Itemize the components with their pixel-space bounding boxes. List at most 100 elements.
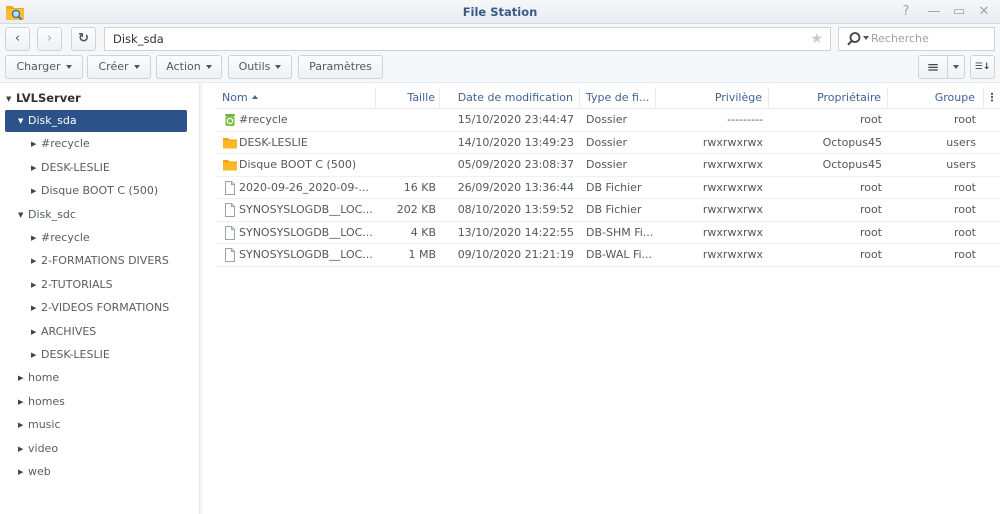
search-box[interactable] xyxy=(838,27,995,51)
cell-owner: Octopus45 xyxy=(822,158,882,171)
collapsed-arrow-icon[interactable]: ▶ xyxy=(31,274,41,296)
file-icon xyxy=(225,225,235,240)
column-header-group[interactable]: Groupe xyxy=(888,87,984,109)
cell-type: Dossier xyxy=(586,158,628,171)
search-input[interactable] xyxy=(871,32,991,45)
collapsed-arrow-icon[interactable]: ▶ xyxy=(31,250,41,272)
settings-button[interactable]: Paramètres xyxy=(298,55,383,79)
column-header-type[interactable]: Type de fi... xyxy=(580,87,656,109)
tools-button[interactable]: Outils xyxy=(228,55,292,79)
search-options-caret-icon[interactable] xyxy=(863,36,869,40)
tree-item-recycle[interactable]: ▶ #recycle xyxy=(31,133,90,155)
tree-item-2-formations-divers[interactable]: ▶ 2-FORMATIONS DIVERS xyxy=(31,250,169,272)
close-icon[interactable]: ✕ xyxy=(976,4,992,20)
create-button[interactable]: Créer xyxy=(87,55,151,79)
collapsed-arrow-icon[interactable]: ▶ xyxy=(31,180,41,202)
navigation-bar: ‹ › ↻ Disk_sda ★ xyxy=(0,24,1000,53)
file-row[interactable]: Disque BOOT C (500) 05/09/2020 23:08:37 Do… xyxy=(216,154,1000,177)
cell-modified: 15/10/2020 23:44:47 xyxy=(457,113,574,126)
tree-item-desk-leslie[interactable]: ▶ DESK-LESLIE xyxy=(31,157,110,179)
cell-owner: root xyxy=(859,248,882,261)
collapsed-arrow-icon[interactable]: ▶ xyxy=(18,461,28,483)
collapsed-arrow-icon[interactable]: ▶ xyxy=(31,133,41,155)
collapsed-arrow-icon[interactable]: ▶ xyxy=(18,367,28,389)
column-header-name[interactable]: Nom xyxy=(216,87,376,109)
collapsed-arrow-icon[interactable]: ▶ xyxy=(18,391,28,413)
file-row[interactable]: SYNOSYSLOGDB__LOC... 4 KB 13/10/2020 14:22… xyxy=(216,222,1000,244)
collapsed-arrow-icon[interactable]: ▶ xyxy=(31,157,41,179)
column-menu-icon[interactable]: ⋮ xyxy=(984,87,1000,109)
column-header-size[interactable]: Taille xyxy=(376,87,440,109)
refresh-button[interactable]: ↻ xyxy=(71,27,96,51)
help-icon[interactable]: ? xyxy=(898,4,914,20)
tree-item-music[interactable]: ▶ music xyxy=(18,414,61,436)
cell-group: root xyxy=(953,113,976,126)
file-row[interactable]: 2020-09-26_2020-09-... 16 KB 26/09/2020 13… xyxy=(216,177,1000,199)
tree-item-homes[interactable]: ▶ homes xyxy=(18,391,65,413)
file-row[interactable]: #recycle 15/10/2020 23:44:47 Dossier ------… xyxy=(216,109,1000,132)
column-header-owner[interactable]: Propriétaire xyxy=(769,87,888,109)
collapsed-arrow-icon[interactable]: ▶ xyxy=(31,344,41,366)
expanded-arrow-icon[interactable]: ▼ xyxy=(18,110,28,132)
collapsed-arrow-icon[interactable]: ▶ xyxy=(31,297,41,319)
tree-item-recycle[interactable]: ▶ #recycle xyxy=(31,227,90,249)
tree-item-disk-sdc[interactable]: ▼ Disk_sdc xyxy=(18,204,76,226)
tree-label: ARCHIVES xyxy=(41,324,97,338)
file-row[interactable]: SYNOSYSLOGDB__LOC... 202 KB 08/10/2020 13:… xyxy=(216,199,1000,222)
tree-label: Disque BOOT C (500) xyxy=(41,184,159,198)
cell-owner: root xyxy=(859,203,882,216)
collapsed-arrow-icon[interactable]: ▶ xyxy=(31,321,41,343)
refresh-icon: ↻ xyxy=(78,31,89,46)
tree-item-web[interactable]: ▶ web xyxy=(18,461,51,483)
tree-item-2-videos-formations[interactable]: ▶ 2-VIDEOS FORMATIONS xyxy=(31,297,169,319)
cell-size xyxy=(376,132,440,154)
expanded-arrow-icon[interactable]: ▼ xyxy=(6,88,16,110)
tree-label: Disk_sda xyxy=(28,114,77,127)
sort-button[interactable]: ☰↓ xyxy=(970,55,995,79)
back-button[interactable]: ‹ xyxy=(5,27,30,51)
upload-button[interactable]: Charger xyxy=(5,55,83,79)
list-view-button[interactable]: ≡ xyxy=(918,55,948,79)
collapsed-arrow-icon[interactable]: ▶ xyxy=(31,227,41,249)
path-field[interactable]: Disk_sda ★ xyxy=(104,27,831,51)
file-row[interactable]: SYNOSYSLOGDB__LOC... 1 MB 09/10/2020 21:21… xyxy=(216,244,1000,267)
column-header-privilege[interactable]: Privilège xyxy=(656,87,769,109)
tree-item-home[interactable]: ▶ home xyxy=(18,367,59,389)
tree-label: music xyxy=(28,418,61,432)
cell-size: 1 MB xyxy=(408,248,436,261)
cell-group: root xyxy=(953,180,976,194)
cell-type: DB Fichier xyxy=(586,203,642,216)
tree-root-lvlserver[interactable]: ▼ LVLServer xyxy=(6,87,81,109)
expanded-arrow-icon[interactable]: ▼ xyxy=(18,204,28,226)
tree-item-archives[interactable]: ▶ ARCHIVES xyxy=(31,321,96,343)
tree-item-desk-leslie[interactable]: ▶ DESK-LESLIE xyxy=(31,344,110,366)
caret-down-icon xyxy=(205,65,212,69)
tree-item-video[interactable]: ▶ video xyxy=(18,438,58,460)
column-header-modified[interactable]: Date de modification xyxy=(440,87,580,109)
cell-modified: 13/10/2020 14:22:55 xyxy=(457,225,574,239)
maximize-icon[interactable]: ▭ xyxy=(951,4,967,20)
tree-item-disk-sda[interactable]: ▼ Disk_sda xyxy=(5,110,187,132)
cell-type: Dossier xyxy=(586,113,628,126)
tree-label: Disk_sdc xyxy=(28,207,76,221)
splitter[interactable] xyxy=(200,84,204,514)
minimize-icon[interactable]: — xyxy=(926,4,942,20)
collapsed-arrow-icon[interactable]: ▶ xyxy=(18,414,28,436)
tree-label: 2-FORMATIONS DIVERS xyxy=(41,254,169,268)
action-button-label: Action xyxy=(166,60,201,73)
file-row[interactable]: DESK-LESLIE 14/10/2020 13:49:23 Dossier rwx… xyxy=(216,132,1000,154)
tree-label: video xyxy=(28,441,59,455)
forward-button[interactable]: › xyxy=(37,27,62,51)
cell-size xyxy=(376,154,440,176)
tree-label: #recycle xyxy=(41,137,90,151)
cell-name: 2020-09-26_2020-09-... xyxy=(239,180,369,194)
search-icon[interactable] xyxy=(846,31,862,47)
tree-item-disque-boot-c-500[interactable]: ▶ Disque BOOT C (500) xyxy=(31,180,158,202)
view-options-dropdown[interactable] xyxy=(947,55,965,79)
list-view-icon: ≡ xyxy=(926,58,940,76)
collapsed-arrow-icon[interactable]: ▶ xyxy=(18,438,28,460)
tree-item-2-tutorials[interactable]: ▶ 2-TUTORIALS xyxy=(31,274,113,296)
star-icon[interactable]: ★ xyxy=(810,28,823,50)
tree-label: DESK-LESLIE xyxy=(41,348,110,361)
action-button[interactable]: Action xyxy=(156,55,222,79)
